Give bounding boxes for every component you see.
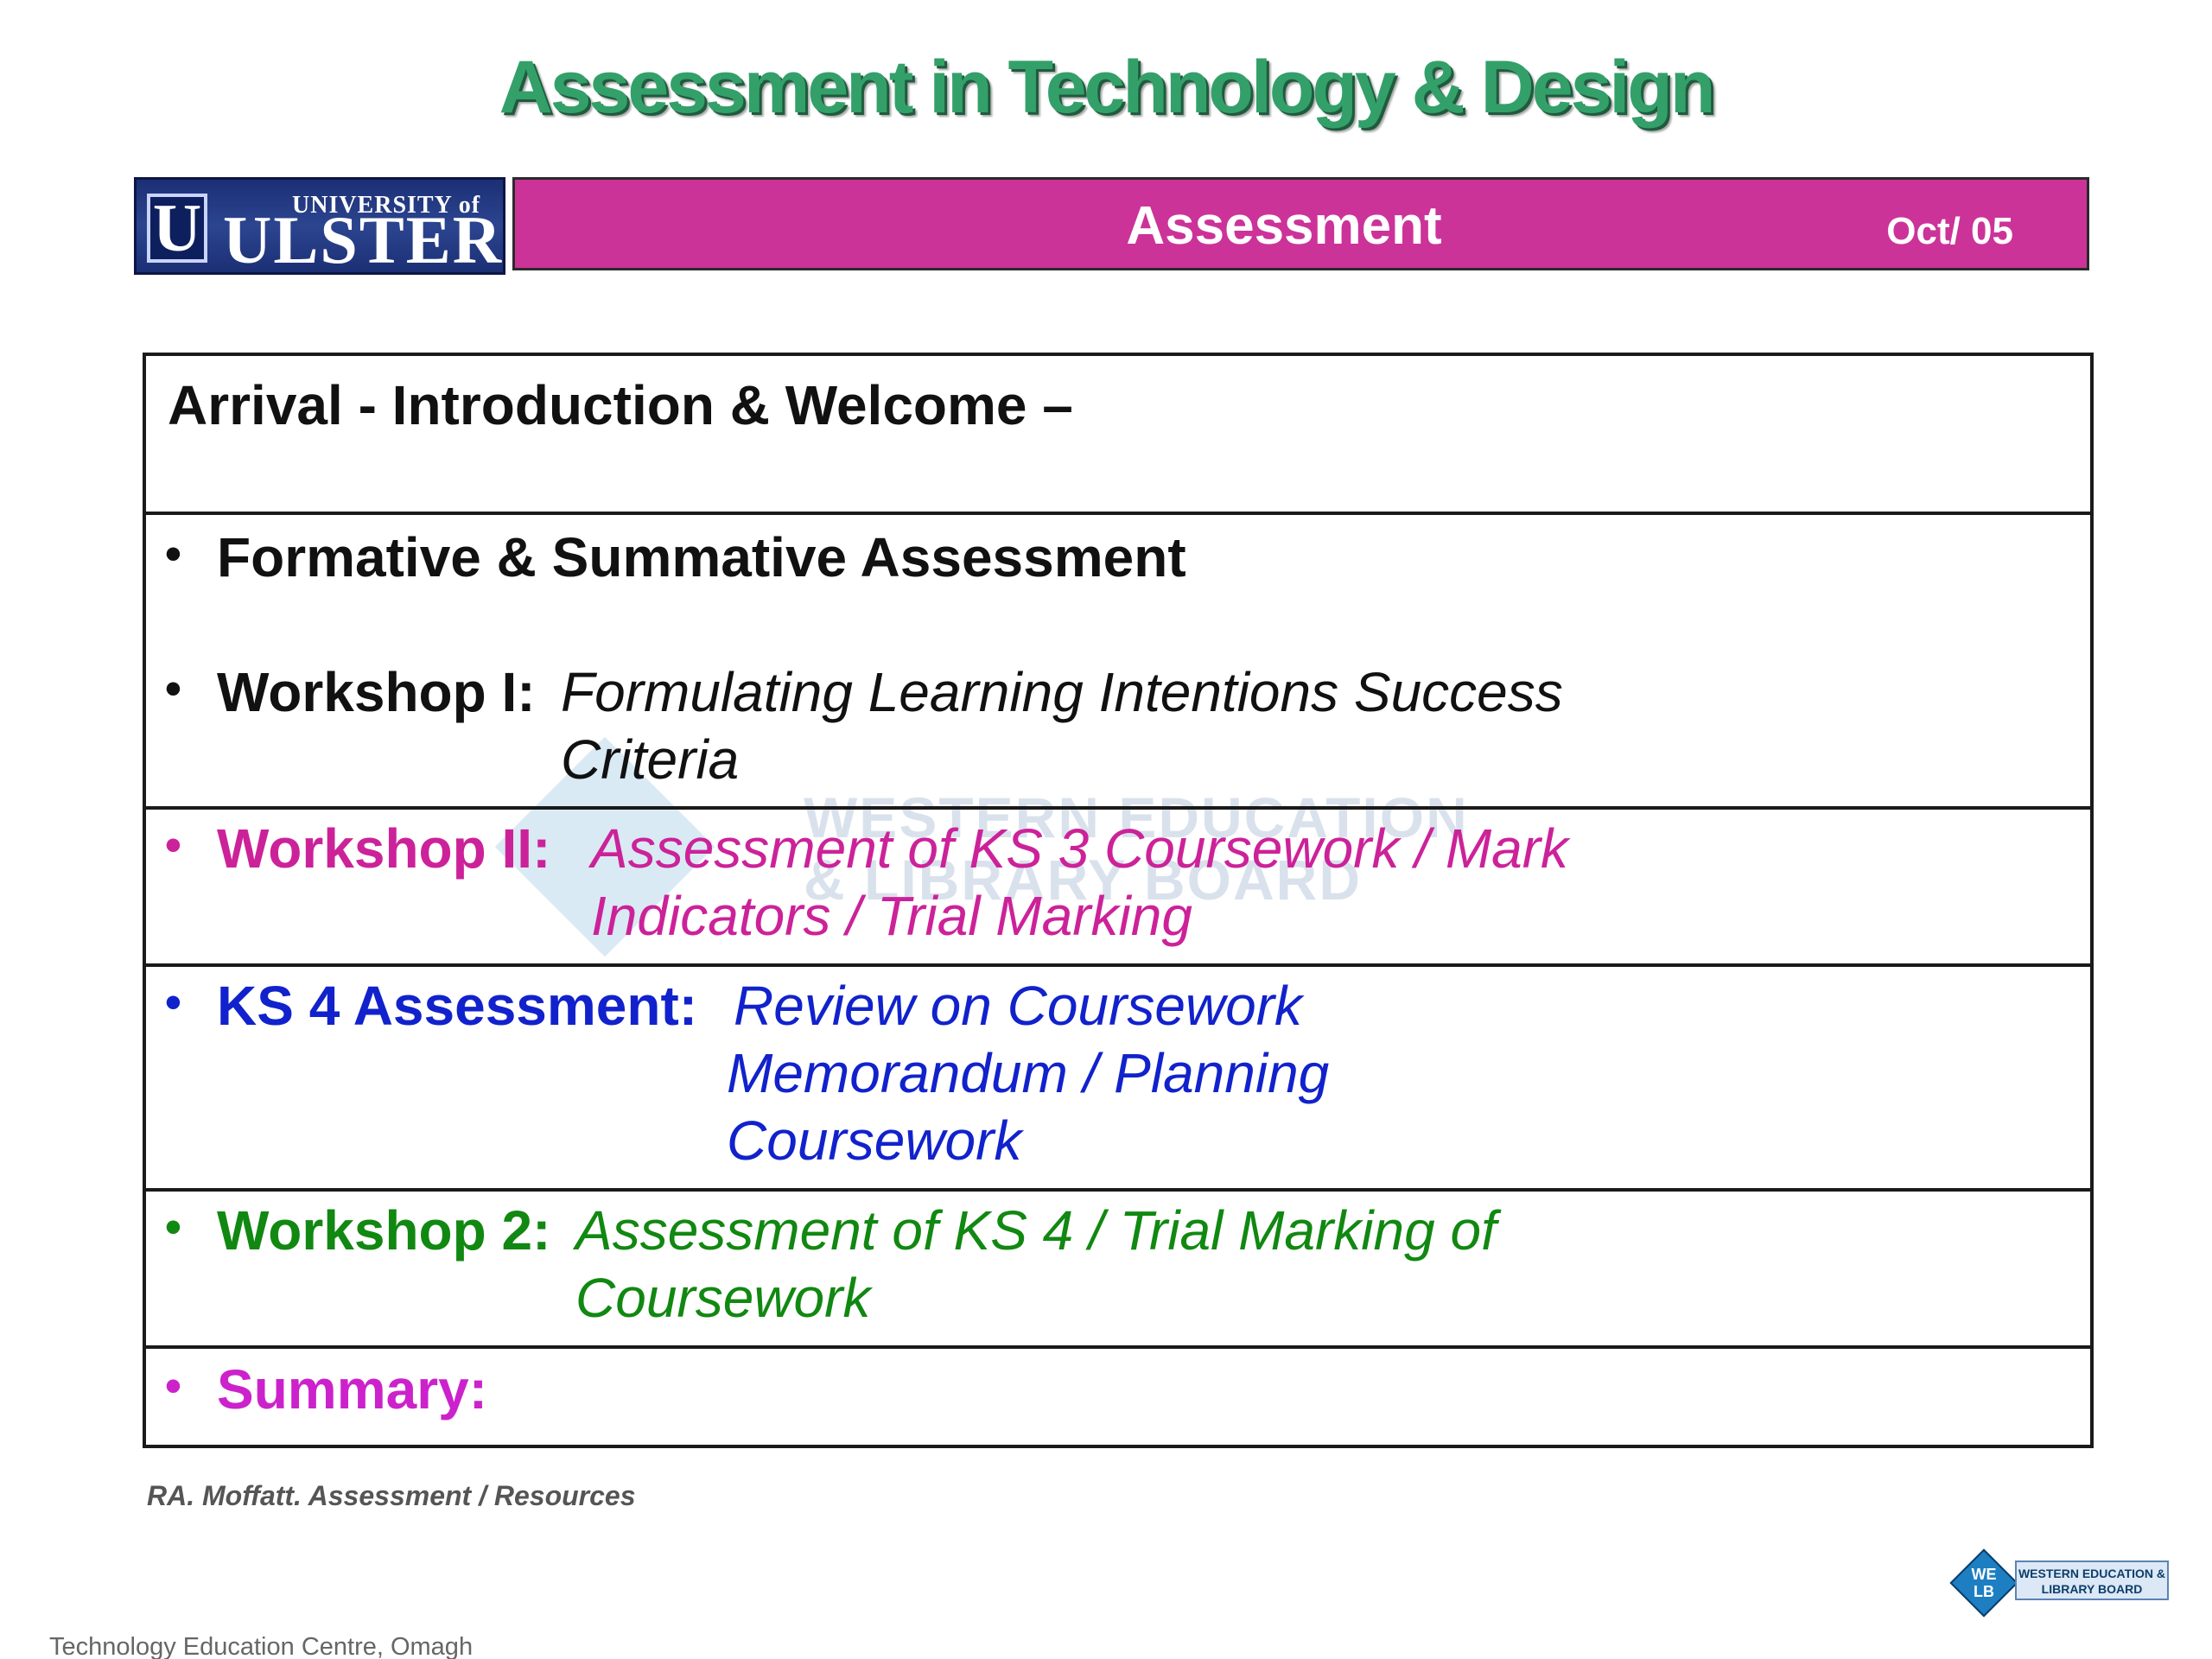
workshop1-label: Workshop I: [217,661,536,723]
workshop-2-bullet: • [165,1201,181,1253]
ks4-line-2: Memorandum / Planning [727,1042,1330,1104]
workshop-2-label: Workshop 2: [217,1199,551,1262]
header-banner: Assessment Oct/ 05 [512,177,2089,270]
agenda-row-summary: • Summary: [146,1349,2090,1448]
welb-logo: WE LB WESTERN EDUCATION & LIBRARY BOARD [1944,1548,2171,1619]
agenda-table: Arrival - Introduction & Welcome – • For… [143,353,2094,1448]
agenda-row-ks4: • KS 4 Assessment: Review on Coursework … [146,967,2090,1192]
ulster-logo-main-text: ULSTER [223,202,504,277]
workshop2-bullet: • [165,819,181,871]
slide-title: Assessment in Technology & Design [499,46,1716,129]
banner-title: Assessment [1126,196,1442,256]
welb-initials: WE LB [1961,1566,2006,1600]
workshop2-line-1: Assessment of KS 3 Coursework / Mark [591,817,1569,880]
workshop2-line-2: Indicators / Trial Marking [591,885,1192,947]
agenda-row-workshop-2-ks4: • Workshop 2: Assessment of KS 4 / Trial… [146,1192,2090,1349]
formative-label: Formative & Summative Assessment [217,526,1186,588]
welb-initials-top: WE [1971,1566,1997,1583]
welb-name: WESTERN EDUCATION & LIBRARY BOARD [2015,1560,2169,1600]
ks4-bullet: • [165,976,181,1028]
welb-initials-bottom: LB [1974,1583,1994,1600]
arrival-text: Arrival - Introduction & Welcome – [168,374,1073,436]
workshop-2-line-1: Assessment of KS 4 / Trial Marking of [575,1199,1497,1262]
formative-bullet: • [165,528,181,580]
summary-bullet: • [165,1360,181,1412]
agenda-row-arrival: Arrival - Introduction & Welcome – [146,356,2090,515]
footer-credit: RA. Moffatt. Assessment / Resources [147,1480,636,1511]
workshop1-line-2: Criteria [561,728,740,791]
workshop2-label: Workshop II: [217,817,551,880]
agenda-row-workshop2-ks3: • Workshop II: Assessment of KS 3 Course… [146,810,2090,967]
banner-date: Oct/ 05 [1886,210,2013,252]
summary-label: Summary: [217,1358,487,1421]
ks4-label: KS 4 Assessment: [217,975,698,1037]
ulster-logo-mark: U [147,194,207,263]
university-of-ulster-logo: U UNIVERSITY of ULSTER [134,177,505,275]
agenda-row-formative-workshop1: • Formative & Summative Assessment • Wor… [146,515,2090,810]
ks4-line-1: Review on Coursework [734,975,1303,1037]
workshop1-bullet: • [165,663,181,715]
ks4-line-3: Coursework [727,1109,1022,1172]
footer-centre: Technology Education Centre, Omagh [49,1633,474,1659]
workshop-2-line-2: Coursework [575,1267,871,1329]
workshop1-line-1: Formulating Learning Intentions Success [561,661,1563,723]
